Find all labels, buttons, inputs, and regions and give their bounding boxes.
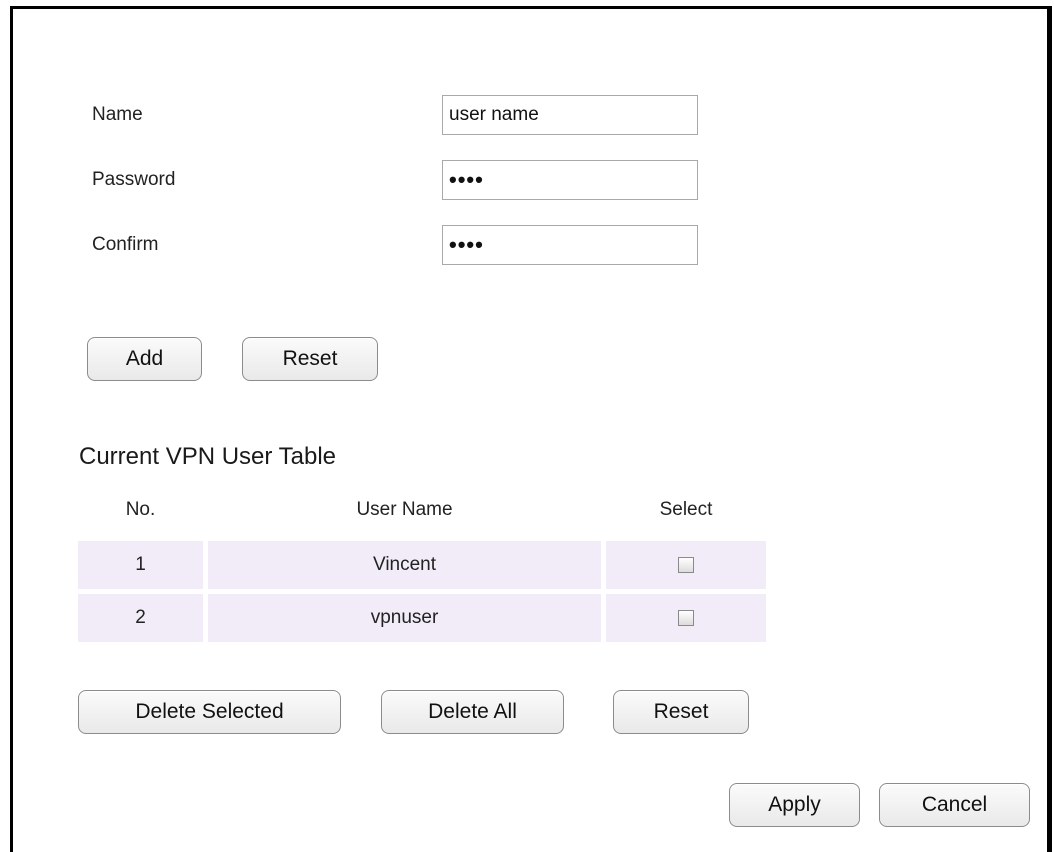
- confirm-password-input[interactable]: ••••: [442, 225, 698, 265]
- table-row-1-user: Vincent: [208, 541, 601, 589]
- form-reset-button[interactable]: Reset: [242, 337, 378, 381]
- column-header-select: Select: [659, 499, 713, 520]
- cancel-button[interactable]: Cancel: [879, 783, 1030, 827]
- table-row-2-select-cell: [606, 594, 766, 642]
- table-row-1-no: 1: [78, 541, 203, 589]
- password-input[interactable]: ••••: [442, 160, 698, 200]
- password-label: Password: [92, 169, 176, 190]
- delete-selected-button[interactable]: Delete Selected: [78, 690, 341, 734]
- column-header-no: No.: [125, 499, 156, 520]
- dialog-frame-right-border: [1047, 6, 1052, 852]
- name-label: Name: [92, 104, 143, 125]
- add-button[interactable]: Add: [87, 337, 202, 381]
- row-1-select-checkbox[interactable]: [678, 557, 694, 573]
- table-row-2-no: 2: [78, 594, 203, 642]
- column-header-user-name: User Name: [356, 499, 453, 520]
- vpn-user-table-title: Current VPN User Table: [79, 443, 336, 470]
- apply-button[interactable]: Apply: [729, 783, 860, 827]
- table-row-1-select-cell: [606, 541, 766, 589]
- confirm-label: Confirm: [92, 234, 159, 255]
- table-row-2-user: vpnuser: [208, 594, 601, 642]
- delete-all-button[interactable]: Delete All: [381, 690, 564, 734]
- table-reset-button[interactable]: Reset: [613, 690, 749, 734]
- row-2-select-checkbox[interactable]: [678, 610, 694, 626]
- name-input[interactable]: user name: [442, 95, 698, 135]
